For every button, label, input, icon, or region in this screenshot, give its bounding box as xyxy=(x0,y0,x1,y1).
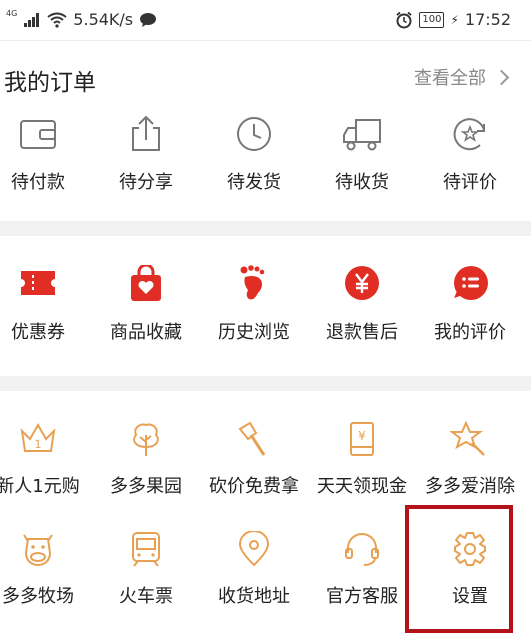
battery-level: 100 xyxy=(419,11,445,28)
service-elimination-label: 多多爱消除 xyxy=(425,476,515,497)
chevron-right-icon xyxy=(493,69,510,85)
crown-digit: 1 xyxy=(35,438,42,451)
cash-envelope-icon: ¥ xyxy=(350,422,374,456)
train-icon xyxy=(132,532,160,567)
order-pending-receipt-label: 待收货 xyxy=(335,172,389,193)
order-pending-payment[interactable]: 待付款 xyxy=(0,116,91,194)
order-pending-receipt[interactable]: 待收货 xyxy=(309,116,415,194)
orders-title: 我的订单 xyxy=(4,70,96,96)
review-star-icon xyxy=(453,118,485,151)
service-ranch[interactable]: 多多牧场 xyxy=(0,531,91,608)
order-pending-share-label: 待分享 xyxy=(119,172,173,193)
service-newcomer-label: 新人1元购 xyxy=(0,476,80,497)
tool-refund[interactable]: 退款售后 xyxy=(309,265,415,344)
service-train-tickets[interactable]: 火车票 xyxy=(93,531,199,608)
service-shipping-address[interactable]: 收货地址 xyxy=(201,531,307,608)
tool-history[interactable]: 历史浏览 xyxy=(201,265,307,344)
cow-icon xyxy=(23,534,53,567)
network-speed: 5.54K/s xyxy=(73,10,134,29)
footprint-icon xyxy=(240,265,265,300)
service-newcomer-1yuan[interactable]: 1 新人1元购 xyxy=(0,421,91,498)
settings-highlight-frame xyxy=(405,505,513,633)
yen-symbol: ¥ xyxy=(358,429,366,443)
service-bargain-label: 砍价免费拿 xyxy=(209,476,299,497)
charging-icon: ⚡ xyxy=(450,12,459,27)
headset-icon xyxy=(345,533,379,566)
tool-my-reviews-label: 我的评价 xyxy=(434,322,506,343)
service-daily-cash[interactable]: ¥ 天天领现金 xyxy=(309,421,415,498)
service-orchard[interactable]: 多多果园 xyxy=(93,421,199,498)
service-ranch-label: 多多牧场 xyxy=(2,586,74,607)
status-bar: 4G 5.54K/s 100 ⚡ 17:52 xyxy=(0,0,531,41)
tool-favorites-label: 商品收藏 xyxy=(110,322,182,343)
tool-coupon[interactable]: 优惠券 xyxy=(0,265,91,344)
tool-favorites[interactable]: 商品收藏 xyxy=(93,265,199,344)
tools-section: 优惠券 商品收藏 历史浏览 退款售后 我的评价 xyxy=(0,236,531,376)
tool-coupon-label: 优惠券 xyxy=(11,322,65,343)
truck-icon xyxy=(343,119,381,151)
favorite-bag-icon xyxy=(131,265,161,301)
network-type: 4G xyxy=(6,8,18,18)
wallet-icon xyxy=(20,120,56,149)
order-pending-review[interactable]: 待评价 xyxy=(417,116,523,194)
service-train-label: 火车票 xyxy=(119,586,173,607)
star-wand-icon xyxy=(450,421,485,456)
signal-icon xyxy=(24,12,40,27)
clock-time: 17:52 xyxy=(464,10,511,29)
tool-refund-label: 退款售后 xyxy=(326,322,398,343)
comment-icon xyxy=(454,266,488,300)
yen-icon xyxy=(345,266,379,300)
service-customer-support[interactable]: 官方客服 xyxy=(309,531,415,608)
service-address-label: 收货地址 xyxy=(218,586,290,607)
order-pending-shipment[interactable]: 待发货 xyxy=(201,116,307,194)
clock-icon xyxy=(237,117,271,151)
service-support-label: 官方客服 xyxy=(326,586,398,607)
order-pending-payment-label: 待付款 xyxy=(11,172,65,193)
service-daily-cash-label: 天天领现金 xyxy=(317,476,407,497)
service-bargain[interactable]: 砍价免费拿 xyxy=(201,421,307,498)
tool-history-label: 历史浏览 xyxy=(218,322,290,343)
axe-icon xyxy=(238,421,266,456)
order-pending-shipment-label: 待发货 xyxy=(227,172,281,193)
order-pending-share[interactable]: 待分享 xyxy=(93,116,199,194)
coupon-icon xyxy=(21,271,55,295)
order-pending-review-label: 待评价 xyxy=(443,172,497,193)
tree-icon xyxy=(133,423,159,456)
alarm-icon xyxy=(396,11,412,28)
view-all-orders-link[interactable]: 查看全部 xyxy=(414,64,510,90)
message-icon xyxy=(140,12,157,27)
service-elimination-game[interactable]: 多多爱消除 xyxy=(417,421,523,498)
service-orchard-label: 多多果园 xyxy=(110,476,182,497)
services-section: 1 新人1元购 多多果园 砍价免费拿 ¥ 天天领现金 多多爱消除 多多牧场 火车… xyxy=(0,391,531,639)
location-pin-icon xyxy=(238,531,270,567)
orders-section: 我的订单 查看全部 待付款 待分享 待发货 待收货 待评价 xyxy=(0,41,531,221)
tool-my-reviews[interactable]: 我的评价 xyxy=(417,265,523,344)
view-all-label: 查看全部 xyxy=(414,68,486,89)
share-icon xyxy=(132,116,160,151)
crown-icon: 1 xyxy=(20,422,56,452)
wifi-icon xyxy=(47,12,67,28)
